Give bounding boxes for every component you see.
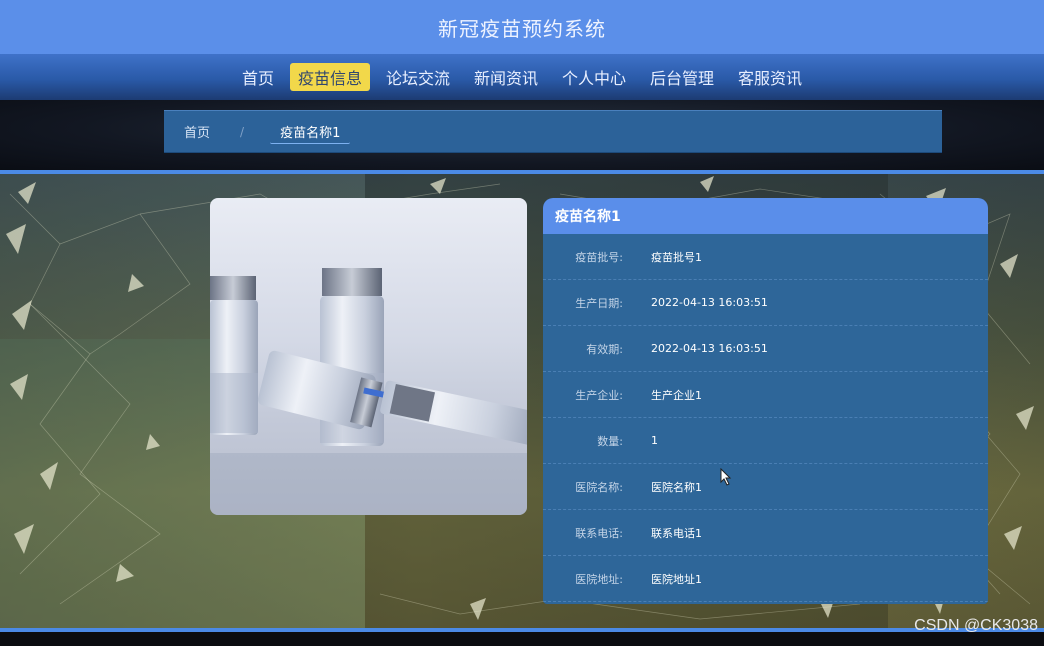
detail-title: 疫苗名称1 — [543, 198, 988, 234]
nav-item-vaccine-info[interactable]: 疫苗信息 — [289, 63, 370, 91]
vaccine-photo-illustration — [210, 268, 527, 515]
detail-row-hospital-name: 医院名称: 医院名称1 — [543, 464, 988, 510]
row-label: 数量: — [597, 434, 623, 448]
app-header: 新冠疫苗预约系统 — [0, 0, 1044, 55]
nav-item-customer-service[interactable]: 客服资讯 — [730, 63, 810, 91]
detail-row-manufacturer: 生产企业: 生产企业1 — [543, 372, 988, 418]
row-label: 生产企业: — [575, 388, 623, 402]
breadcrumb: 首页 / 疫苗名称1 — [164, 110, 942, 153]
row-value: 医院地址1 — [651, 572, 702, 586]
row-label: 生产日期: — [575, 296, 623, 310]
detail-row-quantity: 数量: 1 — [543, 418, 988, 464]
watermark-text: CSDN @CK3038 — [914, 617, 1038, 634]
row-value: 生产企业1 — [651, 388, 702, 402]
row-label: 医院名称: — [575, 480, 623, 494]
vaccine-image — [210, 198, 527, 515]
mouse-cursor-icon — [720, 468, 732, 486]
row-value: 疫苗批号1 — [651, 250, 702, 264]
app-title: 新冠疫苗预约系统 — [438, 16, 606, 41]
nav-item-forum[interactable]: 论坛交流 — [378, 63, 458, 91]
nav-item-news[interactable]: 新闻资讯 — [466, 63, 546, 91]
row-value: 联系电话1 — [651, 526, 702, 540]
breadcrumb-current: 疫苗名称1 — [270, 120, 351, 144]
detail-row-phone: 联系电话: 联系电话1 — [543, 510, 988, 556]
nav-item-admin[interactable]: 后台管理 — [642, 63, 722, 91]
main-nav: 首页 疫苗信息 论坛交流 新闻资讯 个人中心 后台管理 客服资讯 — [0, 54, 1044, 100]
row-label: 有效期: — [586, 342, 623, 356]
row-value: 医院名称1 — [651, 480, 702, 494]
detail-row-production-date: 生产日期: 2022-04-13 16:03:51 — [543, 280, 988, 326]
detail-row-hospital-address: 医院地址: 医院地址1 — [543, 556, 988, 602]
row-label: 医院地址: — [575, 572, 623, 586]
row-value: 2022-04-13 16:03:51 — [651, 342, 768, 355]
detail-row-expiry: 有效期: 2022-04-13 16:03:51 — [543, 326, 988, 372]
breadcrumb-home[interactable]: 首页 — [184, 122, 210, 141]
row-value: 2022-04-13 16:03:51 — [651, 296, 768, 309]
detail-row-batch-number: 疫苗批号: 疫苗批号1 — [543, 234, 988, 280]
nav-item-personal-center[interactable]: 个人中心 — [554, 63, 634, 91]
vaccine-detail-card: 疫苗名称1 疫苗批号: 疫苗批号1 生产日期: 2022-04-13 16:03… — [543, 198, 988, 604]
footer-strip — [0, 632, 1044, 646]
row-value: 1 — [651, 434, 658, 447]
row-label: 疫苗批号: — [575, 250, 623, 264]
row-label: 联系电话: — [575, 526, 623, 540]
breadcrumb-separator: / — [240, 124, 245, 139]
nav-item-home[interactable]: 首页 — [234, 63, 282, 91]
